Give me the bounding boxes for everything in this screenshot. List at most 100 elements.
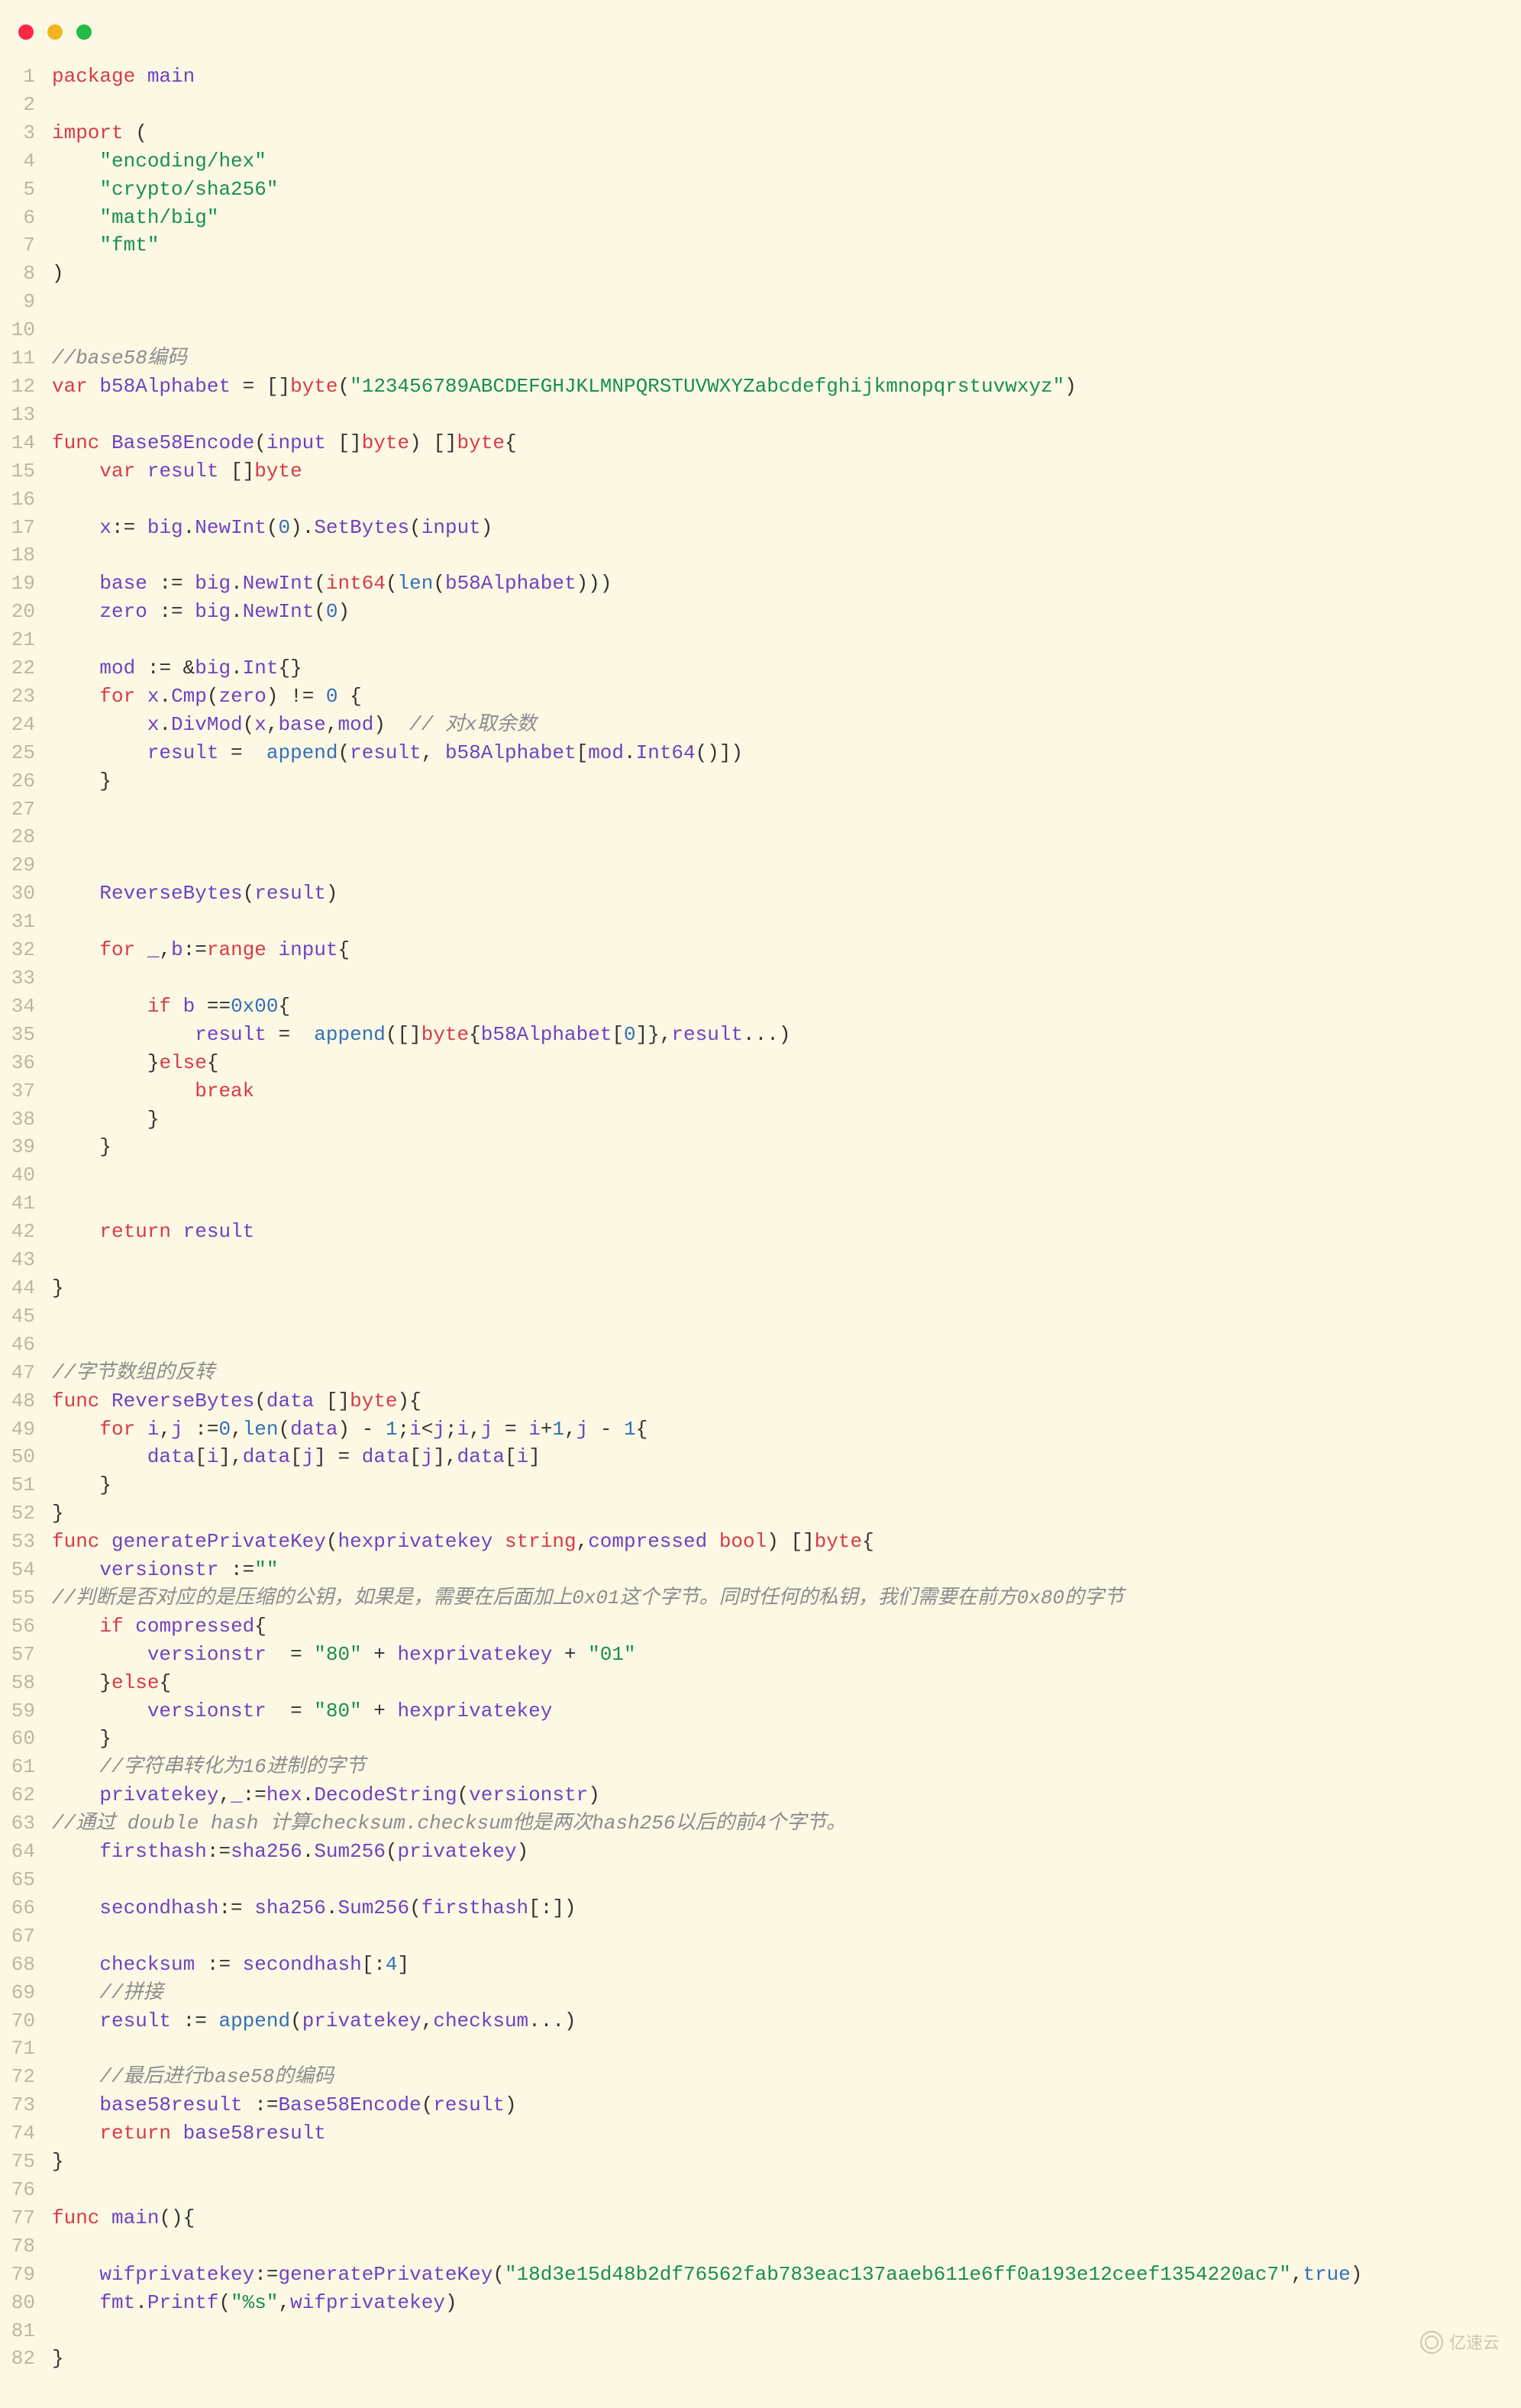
code-line: func main(){ bbox=[52, 2204, 1507, 2232]
line-number: 20 bbox=[11, 598, 52, 626]
code-line bbox=[52, 1866, 1507, 1894]
code-line bbox=[52, 401, 1507, 429]
code-line: } bbox=[52, 1471, 1507, 1499]
watermark: 亿速云 bbox=[1420, 2331, 1500, 2355]
line-number: 58 bbox=[11, 1669, 52, 1697]
code-line: //判断是否对应的是压缩的公钥，如果是，需要在后面加上0x01这个字节。同时任何… bbox=[52, 1584, 1507, 1612]
line-number: 61 bbox=[11, 1753, 52, 1781]
line-number: 64 bbox=[11, 1838, 52, 1866]
code-line bbox=[52, 2176, 1507, 2204]
line-number: 80 bbox=[11, 2289, 52, 2317]
line-number: 15 bbox=[11, 457, 52, 486]
code-line bbox=[52, 1189, 1507, 1218]
code-line bbox=[52, 796, 1507, 824]
line-number: 25 bbox=[11, 739, 52, 767]
code-line: } bbox=[52, 1274, 1507, 1302]
code-line: x:= big.NewInt(0).SetBytes(input) bbox=[52, 514, 1507, 542]
code-line bbox=[52, 908, 1507, 936]
line-number: 31 bbox=[11, 908, 52, 936]
line-number: 45 bbox=[11, 1302, 52, 1331]
code-line: } bbox=[52, 2148, 1507, 2176]
line-number: 52 bbox=[11, 1499, 52, 1528]
line-number: 72 bbox=[11, 2063, 52, 2091]
line-number: 18 bbox=[11, 541, 52, 570]
line-number: 74 bbox=[11, 2119, 52, 2148]
code-line: "encoding/hex" bbox=[52, 147, 1507, 176]
line-number: 57 bbox=[11, 1641, 52, 1669]
code-line: ReverseBytes(result) bbox=[52, 880, 1507, 908]
line-number: 33 bbox=[11, 964, 52, 993]
line-number: 17 bbox=[11, 514, 52, 542]
line-number: 13 bbox=[11, 401, 52, 429]
code-line: func generatePrivateKey(hexprivatekey st… bbox=[52, 1528, 1507, 1556]
code-line: if b ==0x00{ bbox=[52, 993, 1507, 1021]
code-line bbox=[52, 486, 1507, 514]
line-number: 4 bbox=[11, 147, 52, 176]
code-line: wifprivatekey:=generatePrivateKey("18d3e… bbox=[52, 2261, 1507, 2289]
code-line: "math/big" bbox=[52, 204, 1507, 232]
code-line: func Base58Encode(input []byte) []byte{ bbox=[52, 429, 1507, 457]
line-number: 11 bbox=[11, 344, 52, 373]
line-number: 10 bbox=[11, 316, 52, 344]
line-number: 68 bbox=[11, 1951, 52, 1979]
code-line: fmt.Printf("%s",wifprivatekey) bbox=[52, 2289, 1507, 2317]
code-line: var b58Alphabet = []byte("123456789ABCDE… bbox=[52, 373, 1507, 401]
code-line: return result bbox=[52, 1218, 1507, 1246]
line-number: 56 bbox=[11, 1612, 52, 1641]
line-number: 41 bbox=[11, 1189, 52, 1218]
line-number: 39 bbox=[11, 1133, 52, 1161]
line-number: 63 bbox=[11, 1809, 52, 1838]
line-number: 67 bbox=[11, 1922, 52, 1951]
code-line: //最后进行base58的编码 bbox=[52, 2063, 1507, 2091]
line-number: 66 bbox=[11, 1894, 52, 1922]
line-number: 23 bbox=[11, 683, 52, 711]
line-number: 36 bbox=[11, 1049, 52, 1077]
line-number: 32 bbox=[11, 936, 52, 964]
line-number: 14 bbox=[11, 429, 52, 457]
code-line: } bbox=[52, 1106, 1507, 1134]
code-line: break bbox=[52, 1077, 1507, 1106]
code-line: }else{ bbox=[52, 1049, 1507, 1077]
line-number: 65 bbox=[11, 1866, 52, 1894]
code-line bbox=[52, 1246, 1507, 1274]
line-number: 54 bbox=[11, 1556, 52, 1584]
line-number: 26 bbox=[11, 767, 52, 796]
line-number: 43 bbox=[11, 1246, 52, 1274]
line-number: 82 bbox=[11, 2345, 52, 2373]
code-line: data[i],data[j] = data[j],data[i] bbox=[52, 1443, 1507, 1471]
code-line: //通过 double hash 计算checksum.checksum他是两次… bbox=[52, 1809, 1507, 1838]
line-number: 73 bbox=[11, 2091, 52, 2119]
code-line: zero := big.NewInt(0) bbox=[52, 598, 1507, 626]
code-line: } bbox=[52, 1499, 1507, 1528]
line-number: 48 bbox=[11, 1387, 52, 1415]
minimize-icon bbox=[47, 24, 63, 40]
code-line: } bbox=[52, 1725, 1507, 1753]
code-line bbox=[52, 2317, 1507, 2345]
code-line: func ReverseBytes(data []byte){ bbox=[52, 1387, 1507, 1415]
line-number: 51 bbox=[11, 1471, 52, 1499]
line-number: 42 bbox=[11, 1218, 52, 1246]
window-traffic-lights bbox=[11, 21, 1507, 63]
line-number: 69 bbox=[11, 1979, 52, 2007]
line-number: 16 bbox=[11, 486, 52, 514]
code-line: base := big.NewInt(int64(len(b58Alphabet… bbox=[52, 570, 1507, 598]
line-number: 77 bbox=[11, 2204, 52, 2232]
code-line: mod := &big.Int{} bbox=[52, 654, 1507, 683]
line-number: 37 bbox=[11, 1077, 52, 1106]
code-line: privatekey,_:=hex.DecodeString(versionst… bbox=[52, 1781, 1507, 1809]
code-line: //字节数组的反转 bbox=[52, 1359, 1507, 1387]
line-number: 78 bbox=[11, 2232, 52, 2261]
code-line: "fmt" bbox=[52, 231, 1507, 260]
line-number: 46 bbox=[11, 1331, 52, 1359]
code-line: versionstr = "80" + hexprivatekey bbox=[52, 1697, 1507, 1725]
line-number: 62 bbox=[11, 1781, 52, 1809]
code-line: secondhash:= sha256.Sum256(firsthash[:]) bbox=[52, 1894, 1507, 1922]
code-line: "crypto/sha256" bbox=[52, 176, 1507, 204]
code-block-container: 1package main2 3import (4 "encoding/hex"… bbox=[0, 0, 1521, 2408]
code-line bbox=[52, 316, 1507, 344]
line-number: 55 bbox=[11, 1584, 52, 1612]
line-number: 59 bbox=[11, 1697, 52, 1725]
code-listing: 1package main2 3import (4 "encoding/hex"… bbox=[11, 63, 1507, 2373]
close-icon bbox=[18, 24, 34, 40]
code-line: for _,b:=range input{ bbox=[52, 936, 1507, 964]
